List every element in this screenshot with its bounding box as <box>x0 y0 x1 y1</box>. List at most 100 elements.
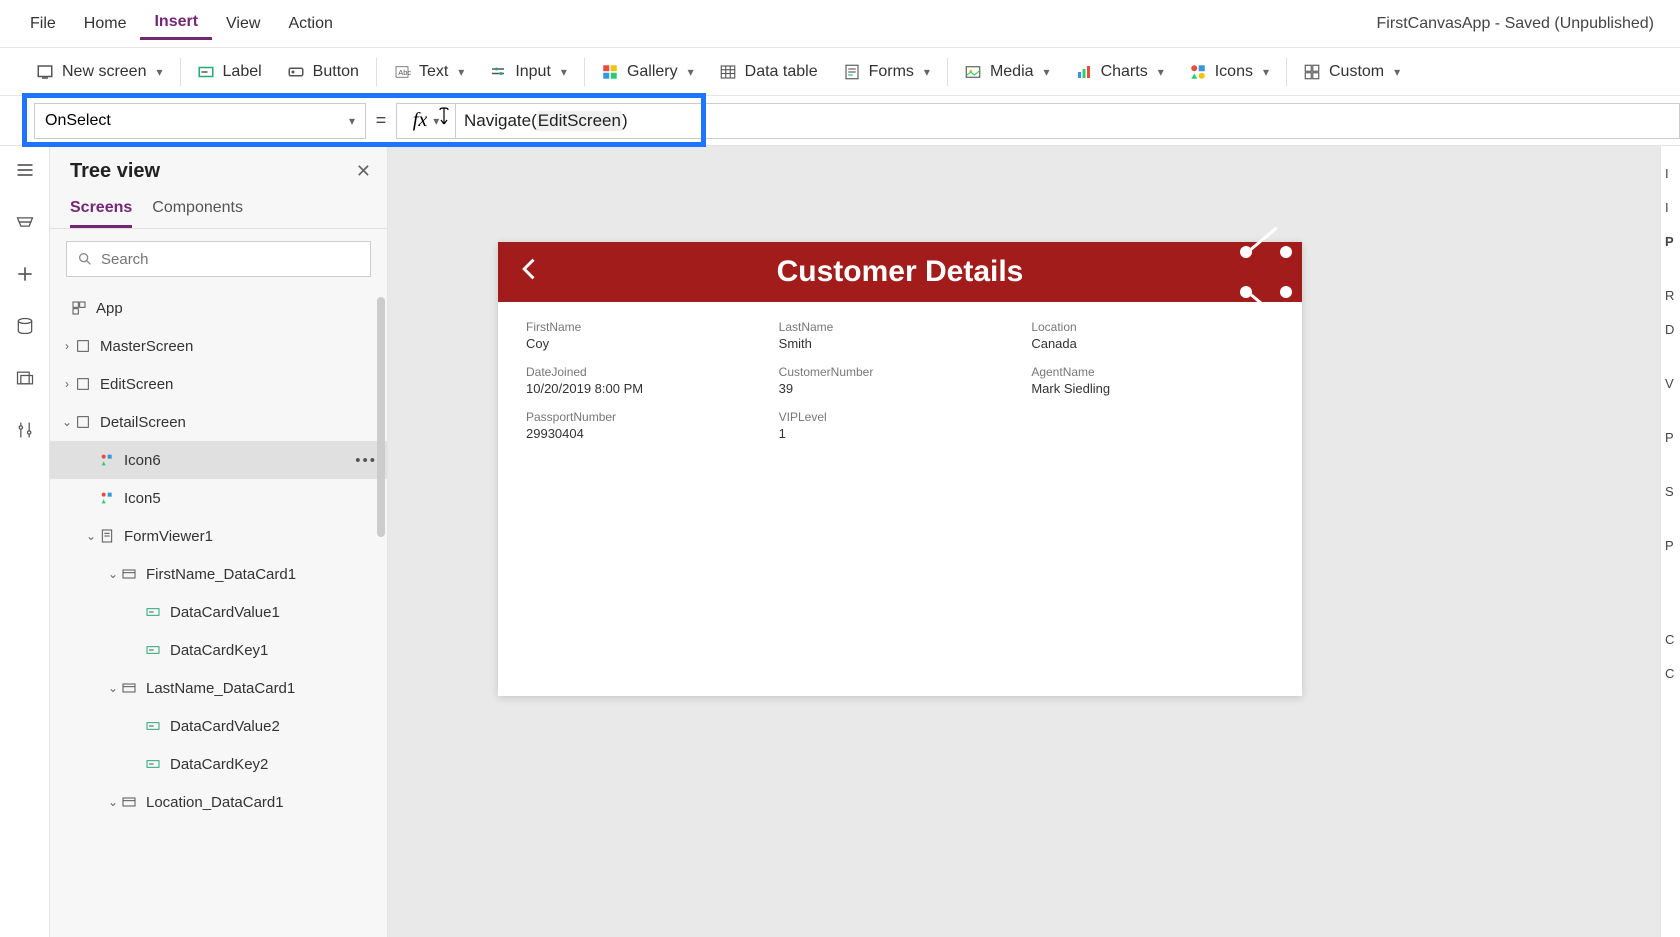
field-passportnumber: PassportNumber 29930404 <box>526 410 769 441</box>
canvas-area[interactable]: Customer Details FirstName Coy LastName <box>388 146 1660 937</box>
equals-sign: = <box>366 110 396 131</box>
tree-node-lastname-datacard[interactable]: ⌄ LastName_DataCard1 <box>50 669 387 707</box>
input-icon <box>489 63 507 81</box>
menu-file[interactable]: File <box>16 9 70 39</box>
datacard-icon <box>120 793 138 811</box>
screen-icon <box>74 413 92 431</box>
prop-row[interactable]: R <box>1665 278 1676 312</box>
tree-node-datacardvalue1[interactable]: DataCardValue1 <box>50 593 387 631</box>
fx-button[interactable]: fx ▾ <box>396 103 456 139</box>
menu-action[interactable]: Action <box>274 9 346 39</box>
tree-node-icon6[interactable]: Icon6 ••• <box>50 441 387 479</box>
charts-dropdown[interactable]: Charts▾ <box>1063 57 1177 87</box>
tree-node-firstname-datacard[interactable]: ⌄ FirstName_DataCard1 <box>50 555 387 593</box>
media-dropdown[interactable]: Media▾ <box>952 57 1063 87</box>
data-icon[interactable] <box>11 312 39 340</box>
menu-view[interactable]: View <box>212 9 274 39</box>
svg-text:Abc: Abc <box>398 68 411 77</box>
fx-icon: fx <box>413 109 427 132</box>
tree-node-detailscreen[interactable]: ⌄ DetailScreen <box>50 403 387 441</box>
chevron-down-icon: ▾ <box>433 114 439 128</box>
tree-view-icon[interactable] <box>11 208 39 236</box>
tree-node-editscreen[interactable]: › EditScreen <box>50 365 387 403</box>
text-icon: Abc <box>393 63 411 81</box>
prop-row[interactable]: P <box>1665 224 1676 258</box>
field-location: Location Canada <box>1031 320 1274 351</box>
label-icon <box>144 603 162 621</box>
insert-icon[interactable] <box>11 260 39 288</box>
prop-row[interactable]: V <box>1665 366 1676 400</box>
menu-home[interactable]: Home <box>70 9 141 39</box>
property-dropdown[interactable]: OnSelect ▾ <box>34 103 366 139</box>
prop-row[interactable]: S <box>1665 474 1676 508</box>
hamburger-icon[interactable] <box>11 156 39 184</box>
ribbon-toolbar: New screen▾ Label Button Abc Text▾ Input… <box>0 48 1680 96</box>
field-firstname: FirstName Coy <box>526 320 769 351</box>
data-table-button[interactable]: Data table <box>707 57 831 87</box>
chevron-down-icon: ▾ <box>561 65 567 79</box>
input-dropdown[interactable]: Input▾ <box>477 57 580 87</box>
text-dropdown[interactable]: Abc Text▾ <box>381 57 477 87</box>
field-agentname: AgentName Mark Siedling <box>1031 365 1274 396</box>
tree-node-masterscreen[interactable]: › MasterScreen <box>50 327 387 365</box>
tree-node-datacardvalue2[interactable]: DataCardValue2 <box>50 707 387 745</box>
prop-row[interactable]: P <box>1665 528 1676 562</box>
chevron-down-icon: ⌄ <box>106 681 120 695</box>
media-rail-icon[interactable] <box>11 364 39 392</box>
media-icon <box>964 63 982 81</box>
icon-control-icon <box>98 451 116 469</box>
app-title: FirstCanvasApp - Saved (Unpublished) <box>1377 15 1664 33</box>
screen-icon <box>74 375 92 393</box>
custom-dropdown[interactable]: Custom▾ <box>1291 57 1413 87</box>
left-rail <box>0 146 50 937</box>
prop-row[interactable]: I <box>1665 156 1676 190</box>
chevron-down-icon: ▾ <box>688 65 694 79</box>
prop-row[interactable]: D <box>1665 312 1676 346</box>
gallery-icon <box>601 63 619 81</box>
search-input[interactable] <box>101 251 360 268</box>
tree-node-location-datacard[interactable]: ⌄ Location_DataCard1 <box>50 783 387 821</box>
tree-search[interactable] <box>66 241 371 277</box>
chevron-down-icon: ▾ <box>349 114 355 128</box>
search-icon <box>77 251 93 267</box>
more-icon[interactable]: ••• <box>355 452 377 469</box>
formula-input[interactable]: Navigate(EditScreen) <box>456 103 1680 139</box>
tab-screens[interactable]: Screens <box>70 191 132 228</box>
app-icon <box>70 299 88 317</box>
form-body: FirstName Coy LastName Smith Location Ca… <box>498 302 1302 459</box>
button-button[interactable]: Button <box>275 57 372 87</box>
tab-components[interactable]: Components <box>152 191 243 228</box>
properties-panel: I I P R D V P S P C C <box>1660 146 1680 937</box>
back-icon[interactable] <box>516 254 544 291</box>
screen-preview[interactable]: Customer Details FirstName Coy LastName <box>498 242 1302 696</box>
screen-title: Customer Details <box>498 255 1302 289</box>
icon-control-icon <box>98 489 116 507</box>
new-screen-button[interactable]: New screen▾ <box>24 57 176 87</box>
forms-dropdown[interactable]: Forms▾ <box>831 57 943 87</box>
gallery-dropdown[interactable]: Gallery▾ <box>589 57 707 87</box>
menu-insert[interactable]: Insert <box>140 7 212 40</box>
advanced-tools-icon[interactable] <box>11 416 39 444</box>
prop-row[interactable]: C <box>1665 622 1676 656</box>
tree-node-datacardkey1[interactable]: DataCardKey1 <box>50 631 387 669</box>
chevron-right-icon: › <box>60 377 74 391</box>
icons-icon <box>1189 63 1207 81</box>
prop-row[interactable]: P <box>1665 420 1676 454</box>
prop-row[interactable]: I <box>1665 190 1676 224</box>
prop-row[interactable]: C <box>1665 656 1676 690</box>
tree-scrollbar[interactable] <box>377 297 385 537</box>
tree-view-panel: Tree view ✕ Screens Components App › Mas… <box>50 146 388 937</box>
selection-handles[interactable] <box>1240 246 1292 298</box>
datacard-icon <box>120 679 138 697</box>
tree-node-datacardkey2[interactable]: DataCardKey2 <box>50 745 387 783</box>
screen-icon <box>36 63 54 81</box>
close-icon[interactable]: ✕ <box>356 161 371 182</box>
tree-node-icon5[interactable]: Icon5 <box>50 479 387 517</box>
screen-icon <box>74 337 92 355</box>
tree-node-formviewer[interactable]: ⌄ FormViewer1 <box>50 517 387 555</box>
forms-icon <box>843 63 861 81</box>
tree-node-app[interactable]: App <box>50 289 387 327</box>
icons-dropdown[interactable]: Icons▾ <box>1177 57 1282 87</box>
label-button[interactable]: Label <box>185 57 275 87</box>
top-menu-bar: File Home Insert View Action FirstCanvas… <box>0 0 1680 48</box>
